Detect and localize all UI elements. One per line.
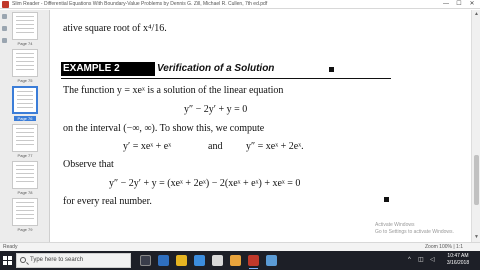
clock-date: 3/16/2018 — [446, 260, 470, 266]
page-thumbnail[interactable] — [12, 198, 38, 226]
mail-icon[interactable] — [212, 255, 223, 266]
taskbar-search[interactable]: Type here to search — [16, 253, 131, 268]
search-icon[interactable] — [2, 38, 7, 43]
page-thumbnail-label: Page 77 — [17, 153, 33, 158]
title-bar: Slim Reader - Differential Equations Wit… — [0, 0, 480, 9]
activate-windows-subtitle: Go to Settings to activate Windows. — [375, 229, 454, 235]
text-line: for every real number. — [63, 196, 152, 207]
page-thumbnail[interactable] — [12, 161, 38, 189]
page-thumbnail-label: Page 74 — [17, 41, 33, 46]
edge-browser-icon[interactable] — [158, 255, 169, 266]
volume-icon[interactable]: ◁ — [430, 257, 435, 264]
search-icon — [20, 257, 26, 263]
example-title: Verification of a Solution — [157, 63, 275, 74]
bookmark-icon[interactable] — [2, 14, 7, 19]
activate-windows-title: Activate Windows — [375, 222, 415, 228]
task-view-icon[interactable] — [140, 255, 151, 266]
file-explorer-icon[interactable] — [176, 255, 187, 266]
scroll-down-icon[interactable]: ▼ — [473, 234, 480, 241]
scrollbar-thumb[interactable] — [474, 155, 479, 205]
text-line: ative square root of x⁴/16. — [63, 23, 167, 34]
app-icon — [2, 1, 9, 8]
equation: y′ = xeˣ + eˣ — [123, 141, 172, 152]
page-thumbnail-label: Page 78 — [17, 190, 33, 195]
page-thumbnail[interactable] — [12, 124, 38, 152]
taskbar-clock[interactable]: 10:47 AM 3/16/2018 — [446, 253, 470, 267]
thumbnail-panel: Page 74 Page 75 Page 76 Page 77 Page 78 … — [0, 10, 50, 242]
text-line: The function y = xeˣ is a solution of th… — [63, 85, 284, 96]
document-page: ative square root of x⁴/16. EXAMPLE 2 Ve… — [51, 10, 471, 242]
example-label-box: EXAMPLE 2 — [61, 62, 155, 76]
page-thumbnail-selected[interactable] — [12, 86, 38, 114]
maximize-button[interactable]: ☐ — [453, 0, 465, 9]
tray-overflow-icon[interactable]: ^ — [408, 257, 411, 264]
equation: y″ = xeˣ + 2eˣ. — [246, 141, 304, 152]
equation: y″ − 2y′ + y = (xeˣ + 2eˣ) − 2(xeˣ + eˣ)… — [109, 178, 301, 189]
text-line: Observe that — [63, 159, 114, 170]
search-placeholder: Type here to search — [30, 257, 84, 263]
page-thumbnail[interactable] — [12, 12, 38, 40]
taskbar: Type here to search ^ ◫ ◁ 10:47 AM 3/16/… — [0, 251, 480, 270]
sidebar-toolbar — [2, 14, 7, 54]
page-thumbnail[interactable] — [12, 49, 38, 77]
store-icon[interactable] — [194, 255, 205, 266]
text-cursor-icon — [384, 197, 389, 202]
pages-icon[interactable] — [2, 26, 7, 31]
minimize-button[interactable]: — — [440, 0, 452, 9]
example-label: EXAMPLE 2 — [63, 63, 120, 74]
page-thumbnail-label: Page 75 — [17, 78, 33, 83]
equation: y″ − 2y′ + y = 0 — [184, 104, 248, 115]
app-icon[interactable] — [266, 255, 277, 266]
windows-start-icon[interactable] — [3, 256, 12, 265]
example-rule — [61, 78, 391, 79]
text-line: on the interval (−∞, ∞). To show this, w… — [63, 123, 265, 134]
pdf-reader-icon[interactable] — [248, 255, 259, 269]
status-bar: Ready Zoom 100% | 1:1 — [0, 242, 480, 251]
equation-connector: and — [208, 141, 223, 152]
vertical-scrollbar[interactable]: ▲ ▼ — [471, 10, 480, 242]
close-button[interactable]: ✕ — [466, 0, 478, 9]
page-thumbnail-label-selected: Page 76 — [14, 116, 36, 121]
network-icon[interactable]: ◫ — [418, 257, 424, 264]
photos-icon[interactable] — [230, 255, 241, 266]
text-cursor-icon — [329, 67, 334, 72]
page-thumbnail-label: Page 79 — [17, 227, 33, 232]
scroll-up-icon[interactable]: ▲ — [473, 11, 480, 18]
window-title: Slim Reader - Differential Equations Wit… — [12, 1, 268, 7]
clock-time: 10:47 AM — [447, 253, 469, 259]
